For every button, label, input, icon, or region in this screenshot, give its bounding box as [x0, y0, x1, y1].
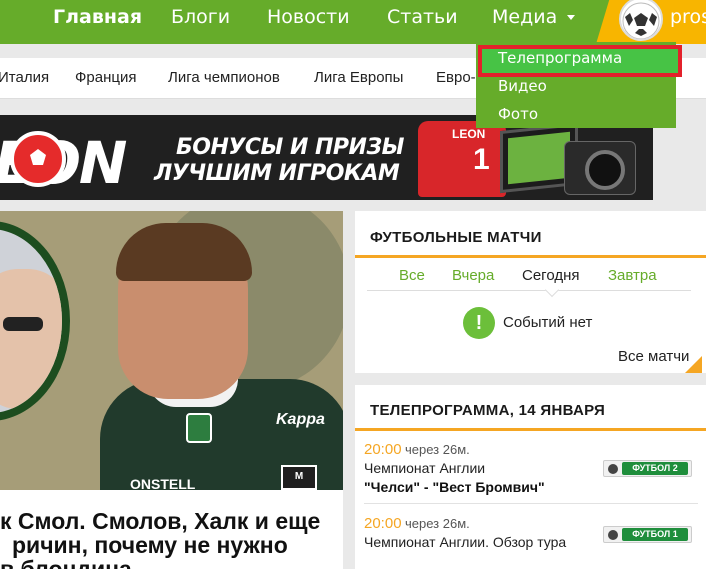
tab-all[interactable]: Все [399, 267, 425, 284]
channel-badge[interactable]: ФУТБОЛ 1 [603, 526, 692, 543]
channel-badge[interactable]: ФУТБОЛ 2 [603, 460, 692, 477]
tv-title[interactable]: Чемпионат Англии [364, 460, 485, 476]
sleeve-badge: M NEG [281, 465, 317, 490]
menu-item-tv-program[interactable]: Телепрограмма [498, 49, 622, 67]
headline-line-2[interactable]: ричин, почему не нужно [12, 532, 288, 559]
shirt-number: 1 [473, 143, 490, 176]
tv-eta: через 26м. [405, 442, 470, 457]
shirt-brand: LEON [452, 127, 486, 141]
divider [355, 255, 706, 258]
chevron-down-icon[interactable] [567, 15, 575, 20]
tab-yesterday[interactable]: Вчера [452, 267, 494, 284]
corner-decoration [685, 356, 702, 373]
nav-articles[interactable]: Статьи [387, 0, 458, 44]
no-events-text: Событий нет [503, 314, 593, 331]
inset-portrait [0, 221, 70, 421]
tv-time: 20:00 [364, 441, 402, 458]
league-champions[interactable]: Лига чемпионов [168, 58, 280, 98]
all-matches-link[interactable]: Все матчи [618, 348, 689, 365]
info-icon: ! [463, 307, 495, 339]
nav-home[interactable]: Главная [53, 0, 142, 44]
channel-label: ФУТБОЛ 1 [622, 528, 688, 541]
widget-title: ФУТБОЛЬНЫЕ МАТЧИ [370, 229, 542, 246]
tv-icon [608, 530, 618, 540]
tv-program-widget: ТЕЛЕПРОГРАММА, 14 ЯНВАРЯ 20:00 через 26м… [355, 385, 706, 569]
headline-line-3[interactable]: в блондина [0, 556, 132, 569]
active-tab-indicator [544, 282, 560, 298]
media-dropdown: Телепрограмма Видео Фото [476, 42, 682, 128]
tv-eta: через 26м. [405, 516, 470, 531]
user-name[interactable]: pros [670, 0, 706, 34]
nav-news[interactable]: Новости [267, 0, 350, 44]
tv-icon [608, 464, 618, 474]
shirt-image: LEON 1 [418, 121, 506, 197]
divider [355, 428, 706, 431]
menu-item-photo[interactable]: Фото [498, 105, 538, 123]
banner-line-2: ЛУЧШИМ ИГРОКАМ [154, 161, 400, 186]
camera-image [564, 141, 636, 195]
menu-item-video[interactable]: Видео [498, 77, 547, 95]
club-crest-icon [186, 413, 212, 443]
tv-subtitle[interactable]: "Челси" - "Вест Бромвич" [364, 479, 545, 495]
banner-line-1: БОНУСЫ И ПРИЗЫ [176, 135, 404, 160]
jersey-sponsor: ONSTELL [130, 476, 196, 490]
league-france[interactable]: Франция [75, 58, 136, 98]
tv-title[interactable]: Чемпионат Англии. Обзор тура [364, 534, 566, 550]
tab-tomorrow[interactable]: Завтра [608, 267, 657, 284]
headline-line-1[interactable]: к Смол. Смолов, Халк и еще [0, 508, 320, 535]
league-euro[interactable]: Евро- [436, 58, 476, 98]
widget-title: ТЕЛЕПРОГРАММА, 14 ЯНВАРЯ [370, 402, 606, 419]
divider [364, 503, 698, 504]
hero-image[interactable]: Kappa ONSTELL M NEG [0, 211, 343, 490]
league-italy[interactable]: Италия [0, 58, 49, 98]
article-headline[interactable]: к Смол. Смолов, Халк и еще ричин, почему… [0, 490, 343, 569]
channel-label: ФУТБОЛ 2 [622, 462, 688, 475]
tab-today[interactable]: Сегодня [522, 267, 580, 284]
nav-blogs[interactable]: Блоги [171, 0, 230, 44]
soccer-ball-icon [10, 131, 66, 187]
tv-time: 20:00 [364, 515, 402, 532]
nav-media[interactable]: Медиа [492, 0, 557, 44]
sunglasses-icon [3, 317, 43, 331]
league-europa[interactable]: Лига Европы [314, 58, 403, 98]
football-matches-widget: ФУТБОЛЬНЫЕ МАТЧИ Все Вчера Сегодня Завтр… [355, 211, 706, 373]
kit-brand: Kappa [276, 411, 325, 428]
